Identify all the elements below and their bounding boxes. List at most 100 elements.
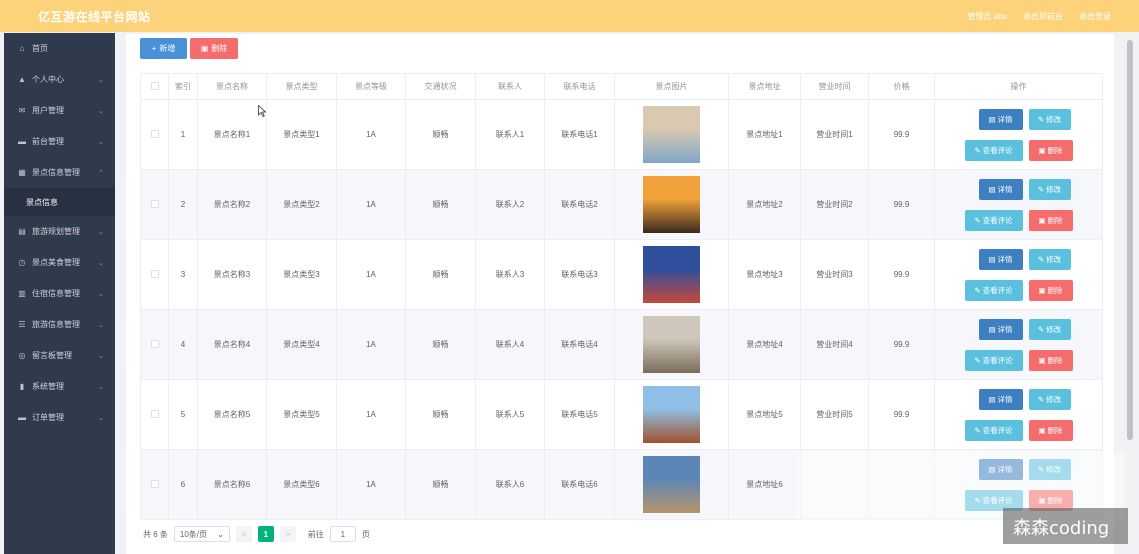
- attraction-image[interactable]: [643, 106, 700, 163]
- sidebar-item[interactable]: ⌂ 首页: [4, 33, 115, 64]
- batch-delete-button[interactable]: ▣ 删除: [190, 38, 238, 59]
- sidebar-item-label: 景点美食管理: [32, 258, 80, 267]
- detail-button[interactable]: ▤ 详情: [978, 108, 1023, 130]
- row-delete-button[interactable]: ▣ 删除: [1028, 349, 1073, 371]
- edit-button[interactable]: ✎ 修改: [1028, 318, 1071, 340]
- scrollbar-thumb[interactable]: [1127, 40, 1133, 440]
- trash-icon: ▣: [1038, 215, 1046, 225]
- row-delete-button[interactable]: ▣ 删除: [1028, 419, 1073, 441]
- detail-button[interactable]: ▤ 详情: [978, 178, 1023, 200]
- page-size-select[interactable]: 10条/页 ⌄: [173, 526, 230, 542]
- row-phone: 联系电话5: [544, 379, 615, 450]
- row-delete-button[interactable]: ▣ 删除: [1028, 139, 1073, 161]
- row-checkbox[interactable]: [150, 339, 159, 348]
- sidebar-item[interactable]: ▬ 前台管理 ⌄: [4, 126, 115, 157]
- row-phone: 联系电话3: [544, 239, 615, 310]
- prev-page-button[interactable]: <: [235, 526, 252, 542]
- table-header-row: 索引 景点名称 景点类型 景点等级 交通状况 联系人 联系电话 景点图片 景点地…: [140, 73, 1103, 100]
- row-delete-button[interactable]: ▣ 删除: [1028, 279, 1073, 301]
- row-select-cell[interactable]: [140, 99, 169, 170]
- row-select-cell[interactable]: [140, 169, 169, 240]
- edit-button[interactable]: ✎ 修改: [1028, 178, 1071, 200]
- sidebar-item[interactable]: ▮ 系统管理 ⌄: [4, 371, 115, 402]
- edit-button[interactable]: ✎ 修改: [1028, 388, 1071, 410]
- logout-link[interactable]: 退出登录: [1079, 11, 1111, 22]
- detail-button[interactable]: ▤ 详情: [978, 248, 1023, 270]
- row-index: 6: [168, 449, 198, 520]
- view-comments-button[interactable]: ✎ 查看评论: [964, 279, 1023, 301]
- row-select-cell[interactable]: [140, 449, 169, 520]
- row-select-cell[interactable]: [140, 239, 169, 310]
- edit-label: 修改: [1046, 394, 1062, 404]
- attraction-image[interactable]: [643, 176, 700, 233]
- goto-page-input[interactable]: 1: [329, 526, 356, 542]
- header-price: 价格: [868, 73, 935, 100]
- detail-button[interactable]: ▤ 详情: [978, 388, 1023, 410]
- row-checkbox[interactable]: [150, 479, 159, 488]
- row-level: 1A: [336, 169, 406, 240]
- user-icon: ▲: [18, 75, 26, 84]
- sidebar-item[interactable]: ◎ 留言板管理 ⌄: [4, 340, 115, 371]
- sidebar-item[interactable]: ◷ 景点美食管理 ⌄: [4, 247, 115, 278]
- mouse-cursor-icon: [258, 105, 266, 117]
- sidebar-item[interactable]: ▲ 个人中心 ⌄: [4, 64, 115, 95]
- sidebar-subitem-attractions[interactable]: 景点信息: [4, 188, 115, 216]
- row-contact: 联系人2: [475, 169, 545, 240]
- detail-button[interactable]: ▤ 详情: [978, 318, 1023, 340]
- row-actions: ▤ 详情 ✎ 修改 ✎ 查看评论 ▣ 删除: [934, 99, 1103, 170]
- chevron-icon: ⌄: [98, 321, 104, 329]
- chevron-icon: ⌃: [98, 169, 104, 177]
- sidebar-item[interactable]: ▬ 订单管理 ⌄: [4, 402, 115, 433]
- current-page[interactable]: 1: [257, 526, 274, 542]
- edit-label: 修改: [1046, 184, 1062, 194]
- row-checkbox[interactable]: [150, 129, 159, 138]
- edit-label: 修改: [1046, 114, 1062, 124]
- select-all-cell[interactable]: [140, 73, 169, 100]
- clock-icon: ◷: [18, 258, 26, 267]
- row-checkbox[interactable]: [150, 409, 159, 418]
- home-icon: ⌂: [19, 44, 25, 53]
- view-comments-button[interactable]: ✎ 查看评论: [964, 419, 1023, 441]
- sidebar-item[interactable]: ▦ 景点信息管理 ⌃: [4, 157, 115, 188]
- row-checkbox[interactable]: [150, 269, 159, 278]
- edit-button[interactable]: ✎ 修改: [1028, 108, 1071, 130]
- message-icon: ◎: [18, 351, 26, 360]
- row-image-cell: [614, 239, 729, 310]
- watermark-text: 森森coding: [1013, 518, 1110, 539]
- row-image-cell: [614, 449, 729, 520]
- row-address: 景点地址2: [728, 169, 801, 240]
- view-comments-button[interactable]: ✎ 查看评论: [964, 209, 1023, 231]
- row-delete-button[interactable]: ▣ 删除: [1028, 209, 1073, 231]
- pencil-icon: ✎: [1037, 254, 1045, 264]
- view-comments-button[interactable]: ✎ 查看评论: [964, 139, 1023, 161]
- attraction-image[interactable]: [643, 316, 700, 373]
- to-frontend-link[interactable]: 退出到前台: [1023, 11, 1063, 22]
- sidebar-item[interactable]: ▥ 住宿信息管理 ⌄: [4, 278, 115, 309]
- attraction-image[interactable]: [643, 386, 700, 443]
- header-type: 景点类型: [266, 73, 337, 100]
- row-contact: 联系人5: [475, 379, 545, 450]
- attraction-image[interactable]: [643, 246, 700, 303]
- chevron-icon: ⌄: [98, 414, 104, 422]
- sidebar-item[interactable]: ✉ 用户管理 ⌄: [4, 95, 115, 126]
- row-price: 99.9: [868, 309, 935, 380]
- edit-button[interactable]: ✎ 修改: [1028, 248, 1071, 270]
- edit-label: 修改: [1046, 254, 1062, 264]
- row-contact: 联系人3: [475, 239, 545, 310]
- next-page-button[interactable]: >: [279, 526, 296, 542]
- sidebar-item-label: 用户管理: [32, 106, 64, 115]
- row-contact: 联系人4: [475, 309, 545, 380]
- add-button[interactable]: + 新增: [140, 38, 187, 59]
- row-name: 景点名称6: [197, 449, 267, 520]
- row-select-cell[interactable]: [140, 379, 169, 450]
- row-select-cell[interactable]: [140, 309, 169, 380]
- chevron-icon: ⌄: [98, 259, 104, 267]
- sidebar-item[interactable]: ▤ 旅游规划管理 ⌄: [4, 216, 115, 247]
- attraction-image[interactable]: [643, 456, 700, 513]
- row-checkbox[interactable]: [150, 199, 159, 208]
- view-comments-button[interactable]: ✎ 查看评论: [964, 349, 1023, 371]
- row-level: 1A: [336, 239, 406, 310]
- sidebar-item[interactable]: ☰ 旅游信息管理 ⌄: [4, 309, 115, 340]
- select-all-checkbox[interactable]: [150, 81, 159, 90]
- detail-label: 详情: [997, 184, 1013, 194]
